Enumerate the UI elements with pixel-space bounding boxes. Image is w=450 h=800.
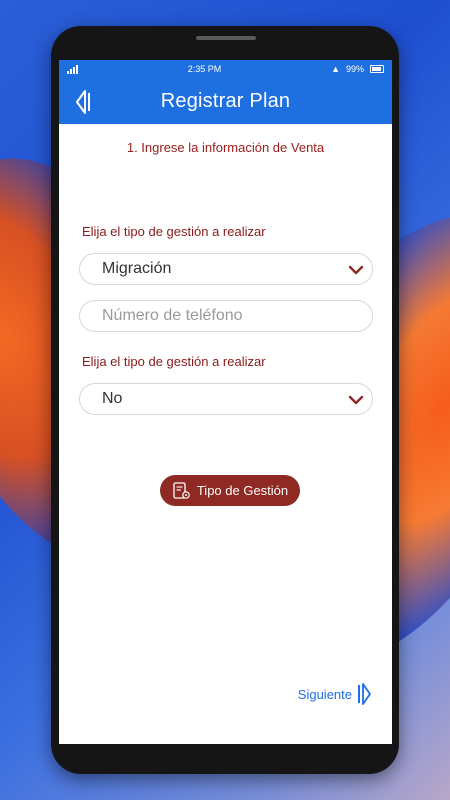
next-label: Siguiente xyxy=(297,686,352,702)
phone-number-input[interactable]: Número de teléfono xyxy=(79,300,373,332)
page-title: Registrar Plan xyxy=(160,89,291,112)
battery-icon xyxy=(370,65,384,73)
gestion-select-2[interactable]: No xyxy=(79,383,373,415)
chevron-down-icon xyxy=(348,395,364,405)
chevron-down-icon xyxy=(348,265,364,275)
signal-icon xyxy=(67,64,78,74)
app-screen: 2:35 PM ▲ 99% Registrar Plan 1. Ingrese … xyxy=(59,60,392,744)
phone-speaker xyxy=(196,36,256,40)
status-bar: 2:35 PM ▲ 99% xyxy=(59,60,392,78)
app-header: Registrar Plan xyxy=(59,78,392,124)
back-arrow-icon[interactable] xyxy=(73,89,95,115)
document-gear-icon xyxy=(173,481,190,499)
gestion-select-2-value: No xyxy=(102,390,123,407)
status-time: 2:35 PM xyxy=(187,64,222,74)
step-title: 1. Ingrese la información de Venta xyxy=(126,140,325,155)
tipo-gestion-label: Tipo de Gestión xyxy=(196,483,289,498)
phone-frame: 2:35 PM ▲ 99% Registrar Plan 1. Ingrese … xyxy=(51,26,399,774)
gestion-select-1-value: Migración xyxy=(102,260,172,277)
gestion-select-1[interactable]: Migración xyxy=(79,253,373,285)
next-button[interactable]: Siguiente xyxy=(298,682,372,706)
field-label-gestion-1: Elija el tipo de gestión a realizar xyxy=(82,224,266,239)
phone-number-placeholder: Número de teléfono xyxy=(102,307,243,324)
next-arrow-icon xyxy=(358,683,371,705)
alarm-icon: ▲ xyxy=(331,64,340,74)
battery-percent: 99% xyxy=(345,64,364,74)
field-label-gestion-2: Elija el tipo de gestión a realizar xyxy=(82,354,266,369)
tipo-gestion-button[interactable]: Tipo de Gestión xyxy=(160,475,300,506)
